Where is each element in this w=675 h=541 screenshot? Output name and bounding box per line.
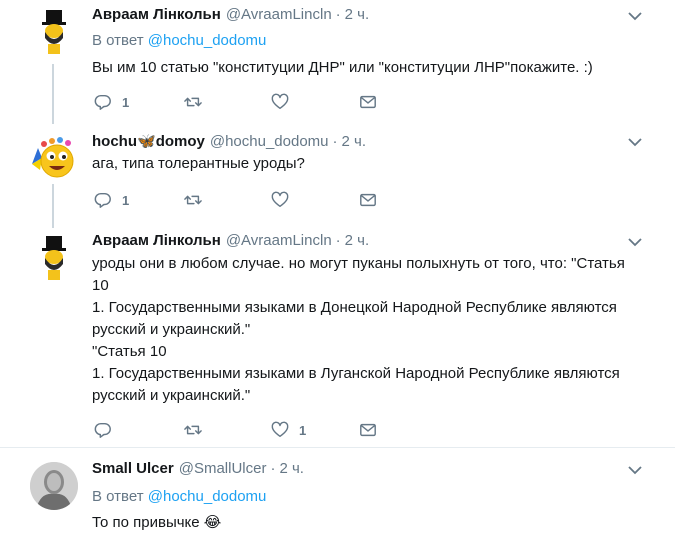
author-handle[interactable]: @AvraamLincln: [226, 232, 332, 249]
author-name[interactable]: hochu 🦋 domoy: [92, 132, 205, 151]
like-icon: [271, 93, 289, 110]
message-icon: [360, 95, 376, 109]
like-icon: [271, 421, 289, 438]
message-icon: [360, 423, 376, 437]
retweet-icon: [184, 97, 202, 107]
author-handle[interactable]: @SmallUlcer: [179, 460, 267, 477]
reply-context: В ответ @hochu_dodomu: [92, 32, 266, 49]
retweet-button[interactable]: [184, 92, 212, 112]
chevron-down-icon[interactable]: [628, 237, 642, 247]
timestamp[interactable]: 2 ч.: [345, 232, 370, 249]
tweet-3[interactable]: Авраам Лінкольн @AvraamLincln · 2 ч. уро…: [0, 218, 675, 446]
tweet-header: Авраам Лінкольн @AvraamLincln · 2 ч.: [92, 232, 369, 254]
thread-line: [52, 64, 54, 122]
tweet-2[interactable]: hochu 🦋 domoy @hochu_dodomu · 2 ч. ага, …: [0, 116, 675, 222]
lincoln-avatar-icon[interactable]: [30, 8, 78, 56]
tweet-text: уроды они в любом случае. но могут пукан…: [92, 255, 625, 404]
separator: ·: [335, 232, 341, 249]
timestamp[interactable]: 2 ч.: [279, 460, 304, 477]
user-avatar-icon[interactable]: [30, 462, 78, 510]
chevron-down-icon[interactable]: [628, 137, 642, 147]
tweet-text: ага, типа толерантные уроды?: [92, 155, 305, 172]
like-button[interactable]: [271, 190, 299, 210]
retweet-icon: [184, 195, 202, 205]
tweet-header: hochu 🦋 domoy @hochu_dodomu · 2 ч.: [92, 132, 366, 154]
thread-line: [52, 184, 54, 222]
like-count: 1: [299, 422, 307, 438]
message-button[interactable]: [359, 92, 377, 112]
separator: ·: [335, 6, 341, 23]
message-icon: [360, 193, 376, 207]
thread-line: [52, 218, 54, 228]
reply-prefix: В ответ: [92, 32, 144, 49]
reply-count: 1: [122, 192, 130, 208]
like-icon: [271, 191, 289, 208]
retweet-button[interactable]: [184, 420, 212, 440]
reply-count: 1: [122, 94, 130, 110]
reply-icon: [94, 192, 111, 208]
reply-button[interactable]: 1: [94, 92, 129, 112]
message-button[interactable]: [359, 420, 377, 440]
retweet-icon: [184, 425, 202, 435]
author-handle[interactable]: @hochu_dodomu: [210, 133, 329, 150]
separator: ·: [332, 132, 338, 150]
timestamp[interactable]: 2 ч.: [345, 6, 370, 23]
reply-icon: [94, 422, 111, 438]
author-name[interactable]: Авраам Лінкольн: [92, 232, 221, 249]
tweet-text: Вы им 10 статью "конституции ДНР" или "к…: [92, 59, 593, 76]
chevron-down-icon[interactable]: [628, 11, 642, 21]
author-name-part2: domoy: [155, 132, 205, 150]
tweet-text: То по привычке 😂: [92, 514, 222, 531]
tweet-1[interactable]: Авраам Лінкольн @AvraamLincln · 2 ч. В о…: [0, 0, 675, 122]
like-button[interactable]: [271, 92, 299, 112]
reply-to-link[interactable]: @hochu_dodomu: [148, 32, 267, 49]
author-handle[interactable]: @AvraamLincln: [226, 6, 332, 23]
separator: ·: [270, 460, 276, 477]
thread-line: [52, 116, 54, 124]
lincoln-avatar-icon[interactable]: [30, 234, 78, 282]
reply-context: В ответ @hochu_dodomu: [92, 488, 266, 505]
tweet-header: Авраам Лінкольн @AvraamLincln · 2 ч.: [92, 6, 369, 28]
reply-button[interactable]: [94, 420, 122, 440]
author-name[interactable]: Small Ulcer: [92, 460, 174, 477]
author-name-part1: hochu: [92, 132, 137, 150]
tweet-4[interactable]: Small Ulcer @SmallUlcer · 2 ч. В ответ @…: [0, 448, 675, 541]
tweet-header: Small Ulcer @SmallUlcer · 2 ч.: [92, 460, 304, 482]
reply-to-link[interactable]: @hochu_dodomu: [148, 488, 267, 505]
butterfly-emoji: 🦋: [137, 133, 156, 150]
reply-button[interactable]: 1: [94, 190, 129, 210]
message-button[interactable]: [359, 190, 377, 210]
emoji-avatar-icon[interactable]: [30, 134, 78, 182]
retweet-button[interactable]: [184, 190, 212, 210]
author-name[interactable]: Авраам Лінкольн: [92, 6, 221, 23]
chevron-down-icon[interactable]: [628, 465, 642, 475]
reply-icon: [94, 94, 111, 110]
reply-prefix: В ответ: [92, 488, 144, 505]
like-button[interactable]: 1: [271, 420, 306, 440]
timestamp[interactable]: 2 ч.: [342, 133, 367, 150]
